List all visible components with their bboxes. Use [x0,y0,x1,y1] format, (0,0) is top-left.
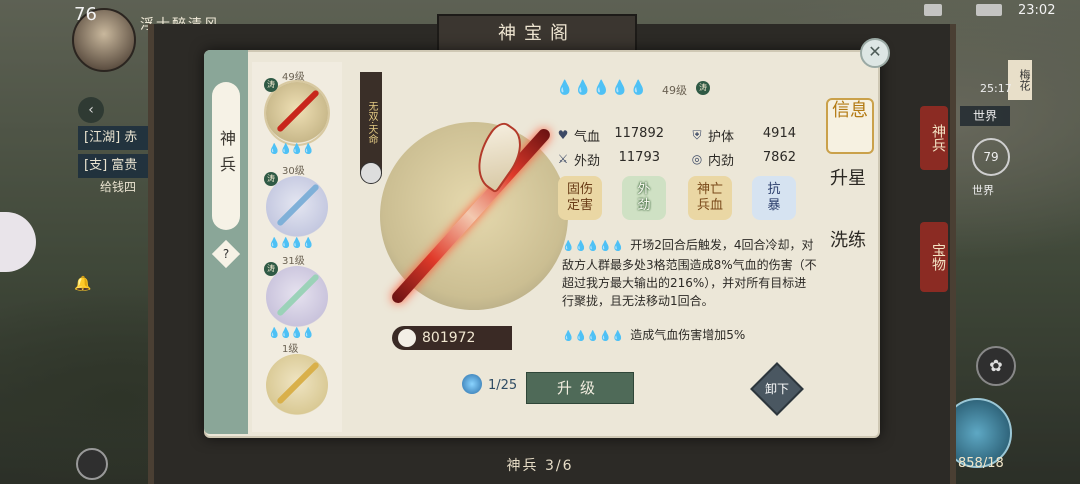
frame-bottom-label: 神兵 3/6 [506,458,574,474]
nav-star-up-tab[interactable]: 升星 [826,168,870,220]
help-icon[interactable]: ? [211,239,241,269]
stat-value: 4914 [762,126,796,141]
weapon-card[interactable]: 30级 涛 💧💧💧💧 [260,166,332,254]
weapon-card-level: 1级 [282,344,299,355]
weapon-card-level: 30级 [282,166,305,177]
stat-value: 7862 [762,150,796,165]
combat-power-value: 801972 [422,330,476,346]
skill-star-rating: 💧💧💧💧💧 [562,331,624,342]
unequip-label: 卸下 [764,382,789,396]
stat-value: 11793 [618,150,660,165]
tag-line: 神亡 [696,182,723,197]
weapon-card-stars: 💧💧💧💧 [268,238,315,249]
battery-icon [976,4,1002,16]
weapon-card-badge: 涛 [264,172,278,186]
weapon-card-level: 31级 [282,256,305,267]
stat-name: 外劲 [574,154,601,169]
heart-icon: ♥ [557,128,569,142]
weapon-card[interactable]: 1级 [260,344,332,432]
tag-line: 兵血 [696,198,723,213]
tag-line: 定害 [566,198,593,213]
moon-label: 世界 [972,184,994,197]
nav-info-tab[interactable]: 信息 [826,98,874,154]
spiral-icon: ◎ [691,152,703,166]
skill-text: 造成气血伤害增加5% [630,328,746,342]
combat-power: 801972 [392,326,512,350]
weapon-card[interactable]: 49级 涛 💧💧💧💧 [260,72,332,160]
weapon-star-rating: 💧💧💧💧💧 [556,80,649,96]
upgrade-button[interactable]: 升级 [526,372,634,404]
weapon-level-badge: 涛 [696,81,710,95]
category-tab-weapons[interactable]: 神兵 [212,82,240,230]
wifi-icon [924,4,942,16]
weapon-card-level: 49级 [282,72,305,83]
bottom-left-avatar[interactable] [76,448,108,480]
world-channel-button[interactable]: 世界 [960,106,1010,126]
skill-stars-off: 💧💧💧 [586,331,625,342]
skill-stars-on: 💧💧 [562,331,587,342]
tag-line: 抗 [767,182,781,197]
tag-line: 固伤 [566,182,593,197]
skill-stars-off: 💧💧💧💧 [574,241,625,252]
upgrade-material-icon [462,374,482,394]
trait-tag-weapon-blood[interactable]: 神亡 兵血 [688,176,732,220]
weapon-card[interactable]: 31级 涛 💧💧💧💧 [260,256,332,344]
player-level: 76 [74,4,97,25]
banner-seal-icon [360,162,382,184]
stat-name: 气血 [574,130,601,145]
trait-tag-external[interactable]: 外劲 [622,176,666,220]
stat-name: 内劲 [708,154,735,169]
skill-star-rating: 💧💧💧💧💧 [562,241,624,252]
help-icon-glyph: ? [222,247,230,261]
sword-icon: ⚔ [557,152,569,166]
upgrade-material-count: 1/25 [488,378,518,393]
weapon-title-banner: 无双·天命 [360,72,382,174]
stat-value: 117892 [614,126,664,141]
power-icon [398,329,416,347]
stat-name: 护体 [708,130,735,145]
tag-line: 外 [637,182,651,197]
meditate-value: 858/18 [958,456,1004,471]
trait-tag-fixed-damage[interactable]: 固伤 定害 [558,176,602,220]
close-icon[interactable]: ✕ [860,38,890,68]
nav-refine-tab[interactable]: 洗练 [826,230,870,282]
weapon-card-stars: 💧💧💧💧 [268,328,315,339]
shield-icon: ⛨ [692,128,702,142]
trait-tag-anti-crit[interactable]: 抗暴 [752,176,796,220]
skill-description-2: 💧💧💧💧💧 造成气血伤害增加5% [562,326,818,346]
right-time: 25:17 [980,82,1012,95]
bell-icon[interactable]: 🔔 [74,276,91,292]
frame-title: 神宝阁 [437,14,637,54]
flower-skill-icon[interactable]: ✿ [976,346,1016,386]
weapon-card-badge: 涛 [264,78,278,92]
moon-counter[interactable]: 79 [972,138,1010,176]
weapon-level: 49级 [662,84,687,97]
frame-side-tab-treasures[interactable]: 宝物 [920,222,948,292]
skill-description-1: 💧💧💧💧💧 开场2回合后触发，4回合冷却，对敌方人群最多处3格范围造成8%气血的伤… [562,236,818,310]
frame-side-tab-weapons[interactable]: 神兵 [920,106,948,170]
status-clock: 23:02 [1018,3,1056,18]
tag-line: 暴 [767,198,781,213]
side-gold-label: 给钱四 [100,180,137,194]
tag-line: 劲 [637,198,651,213]
weapon-card-stars: 💧💧💧💧 [268,144,315,155]
weapon-card-badge: 涛 [264,262,278,276]
skill-stars-on: 💧 [562,241,575,252]
back-arrow-icon[interactable]: ‹ [78,97,104,123]
